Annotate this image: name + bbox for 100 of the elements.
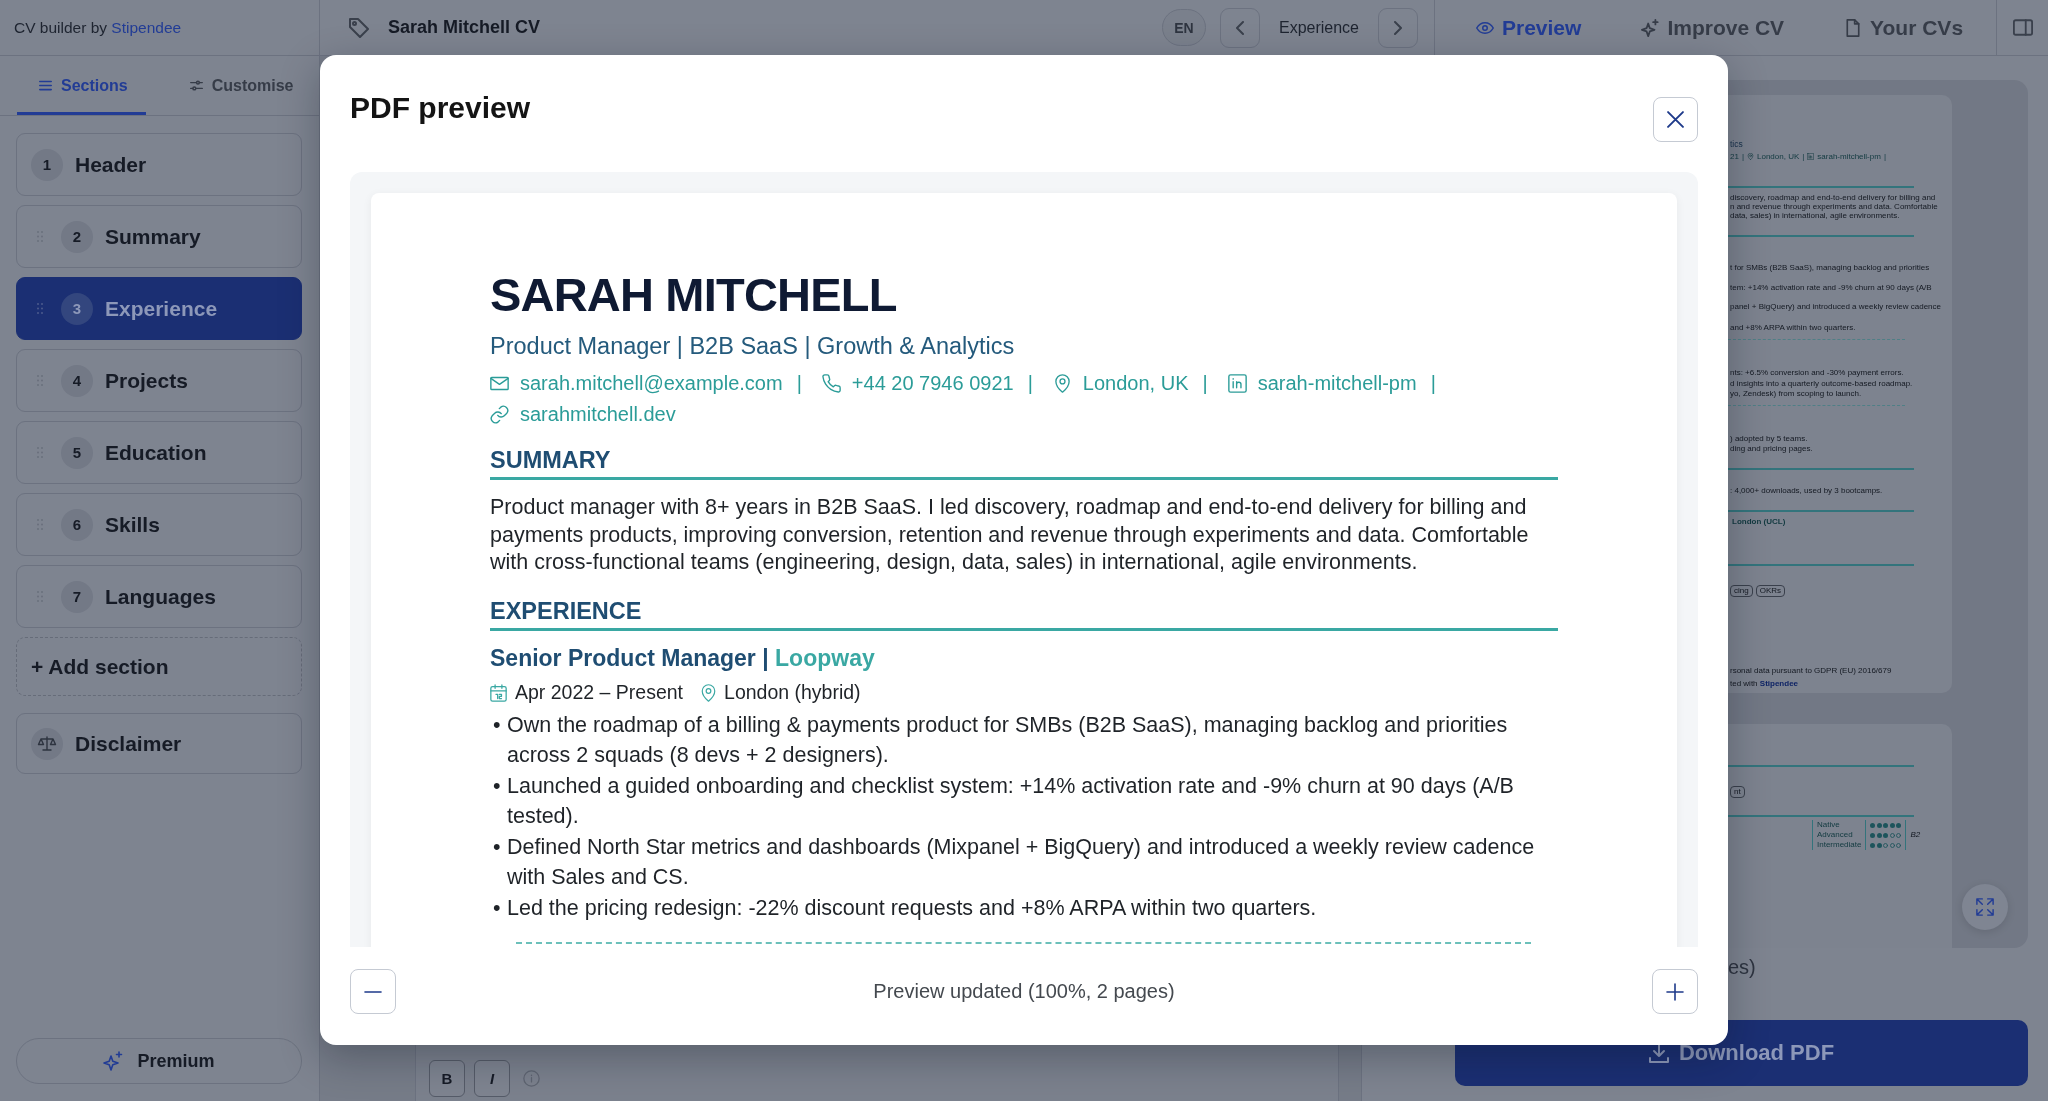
section-item[interactable]: 7 Languages xyxy=(16,565,302,628)
page-text: t for SMBs (B2B SaaS), managing backlog and priorities xyxy=(1729,262,1931,272)
language-button[interactable]: EN xyxy=(1161,9,1206,46)
link-icon xyxy=(490,404,509,424)
page-text: London, UK xyxy=(1757,151,1800,161)
person-name: SARAH MITCHELL xyxy=(490,267,898,323)
page-text: n and revenue through experiments and data. Comfortable xyxy=(1729,201,1939,211)
email-address: sarah.mitchell@example.com xyxy=(520,371,783,395)
sidebar-tab[interactable]: Sections xyxy=(17,56,146,115)
section-number: 6 xyxy=(61,508,93,541)
section-number: 5 xyxy=(61,436,93,469)
bullet-marker: • xyxy=(492,711,502,739)
section-item[interactable]: 4 Projects xyxy=(16,349,302,412)
section-number: 3 xyxy=(61,292,93,325)
section-item[interactable]: 5 Education xyxy=(16,421,302,484)
location-pin-icon xyxy=(1747,152,1754,160)
section-heading: SUMMARY xyxy=(490,446,612,475)
document-title: Sarah Mitchell CV xyxy=(388,17,541,38)
expand-icon xyxy=(1976,898,1994,916)
separator-text: | xyxy=(1430,371,1436,395)
separator-text: | xyxy=(1202,371,1208,395)
info-icon[interactable] xyxy=(523,1070,540,1087)
premium-button[interactable]: Premium xyxy=(16,1038,302,1084)
section-number: 7 xyxy=(61,580,93,613)
separator-text: | xyxy=(1741,151,1744,161)
page-text: sarah-mitchell-pm xyxy=(1817,151,1881,161)
page-text: ding and pricing pages. xyxy=(1729,443,1814,453)
sidebar-tab[interactable]: Customise xyxy=(167,56,312,115)
section-item[interactable]: 3 Experience xyxy=(16,277,302,340)
close-icon xyxy=(1667,111,1684,128)
tag-icon xyxy=(349,17,369,38)
language-level: Native xyxy=(1817,820,1841,830)
location-pin-icon xyxy=(1052,373,1072,393)
separator-text: | xyxy=(1802,151,1805,161)
job-location: London (hybrid) xyxy=(724,681,861,704)
section-item[interactable]: 6 Skills xyxy=(16,493,302,556)
bold-button[interactable]: B xyxy=(429,1060,465,1097)
job-dates: Apr 2022 – Present xyxy=(515,681,684,704)
page-text: 21 xyxy=(1730,151,1739,161)
sidebar-toggle-icon[interactable] xyxy=(2012,19,2033,36)
previous-section-button[interactable] xyxy=(1219,7,1260,48)
preview-status-text: Preview updated (100%, 2 pages) xyxy=(873,979,1175,1004)
view-tab[interactable]: Improve CV xyxy=(1641,15,1785,40)
language-level: Intermediate xyxy=(1817,840,1862,850)
section-item[interactable]: 1 Header xyxy=(16,133,302,196)
website-address: sarahmitchell.dev xyxy=(520,402,676,426)
sparkle-icon xyxy=(103,1051,124,1071)
brand-link[interactable]: Stipendee xyxy=(111,18,182,36)
section-number: 4 xyxy=(61,364,93,397)
scales-icon xyxy=(31,727,63,760)
next-section-button[interactable] xyxy=(1378,7,1418,48)
section-item[interactable]: 2 Summary xyxy=(16,205,302,268)
profile-handle: sarah-mitchell-pm xyxy=(1257,371,1417,395)
close-button[interactable] xyxy=(1653,97,1698,142)
page-text: d insights into a quarterly outcome-based roadmap. xyxy=(1729,378,1914,388)
page-footnote: rsonal data pursuant to GDPR (EU) 2016/679 xyxy=(1729,666,1893,676)
app-brand: CV builder by Stipendee xyxy=(14,18,182,37)
separator-text: | xyxy=(1883,151,1886,161)
bullet-marker: • xyxy=(492,895,502,923)
minus-icon xyxy=(364,989,382,994)
document-icon xyxy=(1844,18,1863,37)
bullet-marker: • xyxy=(492,772,502,800)
download-icon xyxy=(1648,1043,1669,1063)
section-heading: EXPERIENCE xyxy=(490,596,643,626)
section-number: 2 xyxy=(61,220,93,253)
zoom-out-button[interactable] xyxy=(350,969,396,1014)
zoom-in-button[interactable] xyxy=(1652,969,1698,1014)
location-text: London, UK xyxy=(1082,371,1189,395)
chevron-right-icon xyxy=(1394,20,1402,35)
sliders-icon xyxy=(189,80,203,91)
dialog-title: PDF preview xyxy=(350,90,531,126)
job-headline: Product Manager | B2B SaaS | Growth & Analytics xyxy=(490,332,1016,361)
bullet-text: Defined North Star metrics and dashboards (Mixpanel + BigQuery) and introduced a weekly review cadence with Sales and CS. xyxy=(507,833,1536,892)
page-text: and +8% ARPA within two quarters. xyxy=(1729,322,1857,332)
page-text: London (UCL) xyxy=(1731,516,1787,526)
separator-text: | xyxy=(796,371,802,395)
page-text: data, sales) in international, agile environments. xyxy=(1729,210,1901,220)
view-tab[interactable]: Your CVs xyxy=(1844,15,1964,40)
bullet-text: Launched a guided onboarding and checklist system: +14% activation rate and -9% churn at 90 days (A/B tested). xyxy=(507,772,1515,831)
bullet-text: Led the pricing redesign: -22% discount requests and +8% ARPA within two quarters. xyxy=(507,895,1318,923)
page-text: nts: +6.5% conversion and -30% payment errors. xyxy=(1729,367,1905,377)
page-text: : 4,000+ downloads, used by 3 bootcamps. xyxy=(1729,485,1884,495)
disclaimer-item[interactable]: Disclaimer xyxy=(16,713,302,774)
location-pin-icon xyxy=(701,683,717,702)
page-text: yo, Zendesk) from scoping to launch. xyxy=(1729,388,1863,398)
add-section-button[interactable]: + Add section xyxy=(16,637,302,696)
skill-tag: cing xyxy=(1730,585,1753,597)
plus-icon xyxy=(1666,982,1684,1001)
section-number: 1 xyxy=(31,148,63,181)
view-tab[interactable]: Preview xyxy=(1476,15,1582,40)
italic-button[interactable]: I xyxy=(474,1060,510,1097)
sparkle-icon xyxy=(1641,18,1660,37)
page-text: panel + BigQuery) and introduced a weekly review cadence xyxy=(1729,301,1942,311)
job-title: Senior Product Manager | Loopway xyxy=(490,643,876,673)
preview-status-text: es) xyxy=(1728,957,1756,977)
separator-text: | xyxy=(1027,371,1033,395)
expand-button[interactable] xyxy=(1962,884,2008,930)
drag-handle-icon[interactable] xyxy=(37,303,43,314)
summary-text: Product manager with 8+ years in B2B SaaS. I led discovery, roadmap and end-to-end delivery for billing and payments products, improving conversion, retention and revenue through experiments and data. Comfortable with cross-functional teams (engineering, design, data, sales) in international, agile environments. xyxy=(490,494,1530,576)
page-text: tics xyxy=(1729,139,1744,149)
